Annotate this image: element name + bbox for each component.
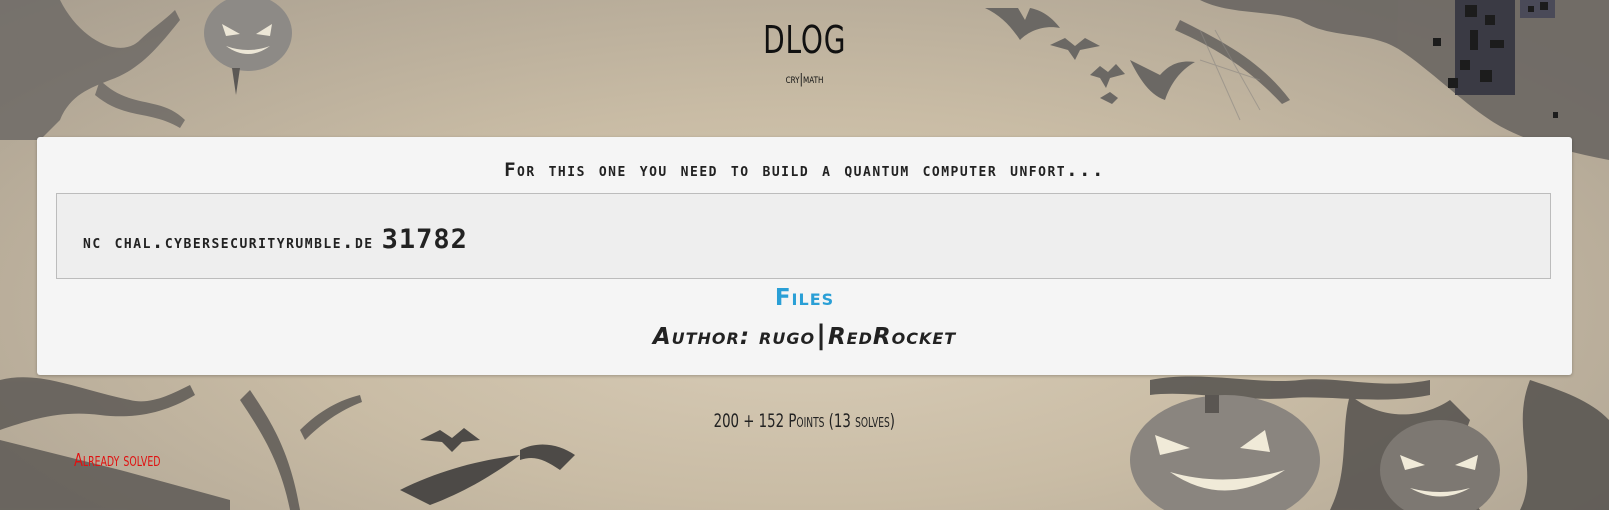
bat-icon (400, 428, 575, 505)
challenge-header: DLOG cry|math (0, 14, 1609, 87)
points-text: 200 + 152 Points (13 solves) (713, 410, 896, 432)
author-name-1: rugo (759, 324, 816, 350)
connection-host: nc chal.cybersecurityrumble.de (83, 231, 374, 253)
points-info: 200 + 152 Points (13 solves) (0, 410, 1609, 432)
challenge-description: For this one you need to build a quantum… (504, 159, 1105, 181)
challenge-title: DLOG (762, 18, 847, 62)
author-label: Author: (652, 324, 751, 350)
author-separator: | (816, 320, 827, 351)
connection-command[interactable]: nc chal.cybersecurityrumble.de 31782 (83, 224, 468, 255)
files-link[interactable]: Files (37, 285, 1572, 311)
challenge-card: For this one you need to build a quantum… (37, 137, 1572, 375)
solved-status: Already solved (74, 450, 161, 471)
challenge-category: cry|math (785, 72, 824, 87)
author-name-2: RedRocket (827, 324, 957, 350)
connection-port: 31782 (381, 224, 468, 255)
challenge-author: Author: rugo|RedRocket (37, 320, 1572, 351)
command-box: nc chal.cybersecurityrumble.de 31782 (56, 193, 1551, 279)
